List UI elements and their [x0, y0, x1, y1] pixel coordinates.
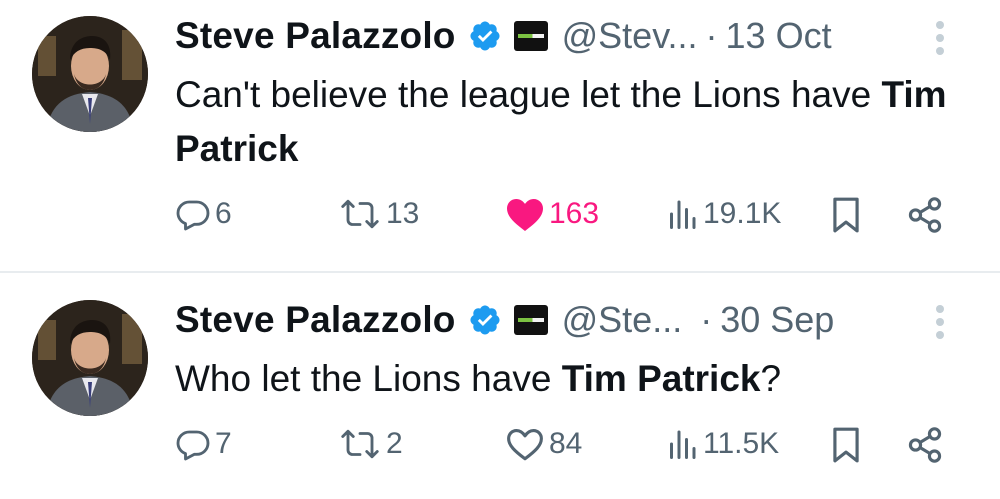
reply-button[interactable]: 6	[175, 196, 232, 232]
views-icon	[670, 200, 696, 229]
view-count: 19.1K	[703, 197, 782, 230]
view-count: 11.5K	[703, 427, 780, 460]
tweet-text: Who let the Lions have Tim Patrick?	[175, 352, 975, 406]
tweet-date[interactable]: 30 Sep	[720, 299, 834, 341]
separator-dot: ·	[705, 15, 718, 56]
verified-badge-icon[interactable]	[468, 19, 502, 53]
action-bar: 7 2 84 11.5K	[0, 426, 1000, 476]
tweet[interactable]: Steve Palazzolo @Stev... · 13 Oct Can't …	[0, 0, 1000, 272]
author-name[interactable]: Steve Palazzolo	[175, 299, 456, 341]
like-count: 84	[549, 427, 583, 460]
reply-button[interactable]: 7	[175, 426, 232, 462]
reply-count: 6	[215, 197, 232, 230]
author-name[interactable]: Steve Palazzolo	[175, 15, 456, 57]
tweet-text: Can't believe the league let the Lions h…	[175, 68, 975, 176]
reply-icon	[176, 200, 210, 231]
share-icon	[908, 427, 942, 463]
share-button[interactable]	[906, 196, 944, 234]
affiliation-badge-icon[interactable]	[513, 21, 548, 51]
like-icon	[507, 198, 543, 232]
share-icon	[908, 197, 942, 233]
like-button[interactable]: 84	[505, 426, 582, 462]
bookmark-icon	[833, 427, 859, 463]
author-handle[interactable]: @Stev...	[562, 15, 698, 57]
reply-icon	[176, 430, 210, 461]
views-button[interactable]: 11.5K	[665, 426, 779, 462]
retweet-button[interactable]: 2	[338, 426, 403, 462]
avatar[interactable]	[32, 300, 148, 416]
like-count: 163	[549, 197, 600, 230]
tweet-header: Steve Palazzolo @Ste... · 30 Sep	[175, 298, 834, 342]
share-button[interactable]	[906, 426, 944, 464]
more-icon[interactable]	[934, 18, 946, 62]
retweet-icon	[341, 429, 379, 459]
reply-count: 7	[215, 427, 232, 460]
like-button[interactable]: 163	[505, 196, 599, 232]
bookmark-button[interactable]	[830, 426, 862, 464]
more-icon[interactable]	[934, 302, 946, 346]
tweet-text-end: ?	[760, 358, 782, 399]
bookmark-icon	[833, 197, 859, 233]
separator-dot: ·	[700, 299, 713, 340]
retweet-count: 13	[386, 197, 420, 230]
affiliation-badge-icon[interactable]	[513, 305, 548, 335]
views-button[interactable]: 19.1K	[665, 196, 781, 232]
retweet-count: 2	[386, 427, 403, 460]
bookmark-button[interactable]	[830, 196, 862, 234]
verified-badge-icon[interactable]	[468, 303, 502, 337]
tweet-header: Steve Palazzolo @Stev... · 13 Oct	[175, 14, 832, 58]
retweet-button[interactable]: 13	[338, 196, 419, 232]
like-icon	[507, 429, 543, 461]
tweet-text-plain: Who let the Lions have	[175, 358, 562, 399]
tweet-date[interactable]: 13 Oct	[726, 15, 832, 57]
tweet-text-bold: Tim Patrick	[561, 358, 761, 399]
tweet-divider	[0, 271, 1000, 273]
retweet-icon	[341, 199, 379, 229]
avatar[interactable]	[32, 16, 148, 132]
views-icon	[670, 430, 696, 459]
action-bar: 6 13 163 19.1K	[0, 196, 1000, 246]
tweet-text-plain: Can't believe the league let the Lions h…	[175, 74, 882, 115]
author-handle[interactable]: @Ste...	[562, 299, 683, 341]
